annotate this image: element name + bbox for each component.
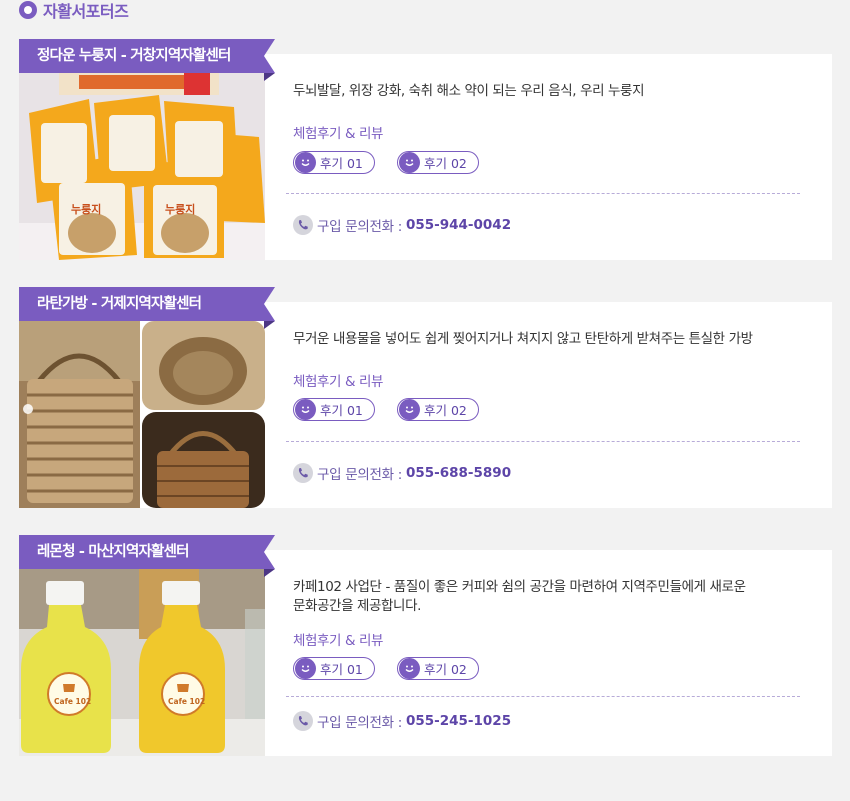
phone-label: 구입 문의전화 : <box>317 467 402 483</box>
review-02-button[interactable]: 후기 02 <box>397 398 479 421</box>
smile-icon <box>295 658 316 679</box>
phone-info: 구입 문의전화 : 055-944-0042 <box>293 215 511 235</box>
product-photo-rattan-bag <box>19 321 265 508</box>
product-photo-nurungji: 누룽지 누룽지 <box>19 73 265 260</box>
review-02-label: 후기 02 <box>424 156 467 171</box>
phone-number[interactable]: 055-688-5890 <box>406 465 511 481</box>
card-title: 레몬청 - 마산지역자활센터 <box>37 544 189 560</box>
card-description: 두뇌발달, 위장 강화, 숙취 해소 약이 되는 우리 음식, 우리 누룽지 <box>293 83 645 99</box>
product-photo-lemon-syrup: Cafe 102 Cafe 102 <box>19 569 265 756</box>
review-02-button[interactable]: 후기 02 <box>397 657 479 680</box>
package-text: 누룽지 <box>71 202 101 216</box>
divider <box>286 696 800 697</box>
card-title: 라탄가방 - 거제지역자활센터 <box>37 296 202 312</box>
smile-icon <box>399 399 420 420</box>
ring-bullet-icon <box>19 1 37 19</box>
card-title-ribbon: 정다운 누룽지 - 거창지역자활센터 <box>19 39 275 81</box>
card-title-ribbon: 라탄가방 - 거제지역자활센터 <box>19 287 275 329</box>
card-description: 무거운 내용물을 넣어도 쉽게 찢어지거나 쳐지지 않고 탄탄하게 받쳐주는 튼… <box>293 331 753 347</box>
phone-icon <box>293 711 313 731</box>
smile-icon <box>399 658 420 679</box>
label-text: Cafe 102 <box>54 697 91 706</box>
card-title: 정다운 누룽지 - 거창지역자활센터 <box>37 48 231 64</box>
phone-number[interactable]: 055-944-0042 <box>406 217 511 233</box>
review-01-button[interactable]: 후기 01 <box>293 151 375 174</box>
card-title-ribbon: 레몬청 - 마산지역자활센터 <box>19 535 275 577</box>
review-label: 체험후기 & 리뷰 <box>293 374 384 390</box>
review-label: 체험후기 & 리뷰 <box>293 126 384 142</box>
divider <box>286 441 800 442</box>
product-card-nurungji: 정다운 누룽지 - 거창지역자활센터 누룽지 누룽지 두뇌발달, 위장 강화, … <box>19 39 832 260</box>
phone-number[interactable]: 055-245-1025 <box>406 713 511 729</box>
section-title: 자활서포터즈 <box>43 2 129 21</box>
review-01-label: 후기 01 <box>320 403 363 418</box>
review-02-label: 후기 02 <box>424 403 467 418</box>
phone-label: 구입 문의전화 : <box>317 219 402 235</box>
phone-info: 구입 문의전화 : 055-245-1025 <box>293 711 511 731</box>
divider <box>286 193 800 194</box>
review-label: 체험후기 & 리뷰 <box>293 633 384 649</box>
phone-info: 구입 문의전화 : 055-688-5890 <box>293 463 511 483</box>
card-description-line1: 카페102 사업단 - 품질이 좋은 커피와 쉼의 공간을 마련하여 지역주민들… <box>293 579 746 595</box>
card-description-line2: 문화공간을 제공합니다. <box>293 598 421 614</box>
review-01-label: 후기 01 <box>320 156 363 171</box>
product-card-lemon-syrup: 레몬청 - 마산지역자활센터 Cafe 102 Cafe 102 카페102 사… <box>19 535 832 756</box>
review-01-button[interactable]: 후기 01 <box>293 398 375 421</box>
card-description: 카페102 사업단 - 품질이 좋은 커피와 쉼의 공간을 마련하여 지역주민들… <box>293 578 813 616</box>
review-01-button[interactable]: 후기 01 <box>293 657 375 680</box>
review-02-button[interactable]: 후기 02 <box>397 151 479 174</box>
product-card-rattan-bag: 라탄가방 - 거제지역자활센터 무거운 내용물을 넣어도 쉽게 찢어지거나 쳐지… <box>19 287 832 508</box>
phone-icon <box>293 463 313 483</box>
smile-icon <box>399 152 420 173</box>
phone-icon <box>293 215 313 235</box>
review-02-label: 후기 02 <box>424 662 467 677</box>
review-01-label: 후기 01 <box>320 662 363 677</box>
label-text: Cafe 102 <box>168 697 205 706</box>
phone-label: 구입 문의전화 : <box>317 715 402 731</box>
package-text: 누룽지 <box>165 202 195 216</box>
smile-icon <box>295 152 316 173</box>
section-header: 자활서포터즈 <box>19 0 129 21</box>
smile-icon <box>295 399 316 420</box>
